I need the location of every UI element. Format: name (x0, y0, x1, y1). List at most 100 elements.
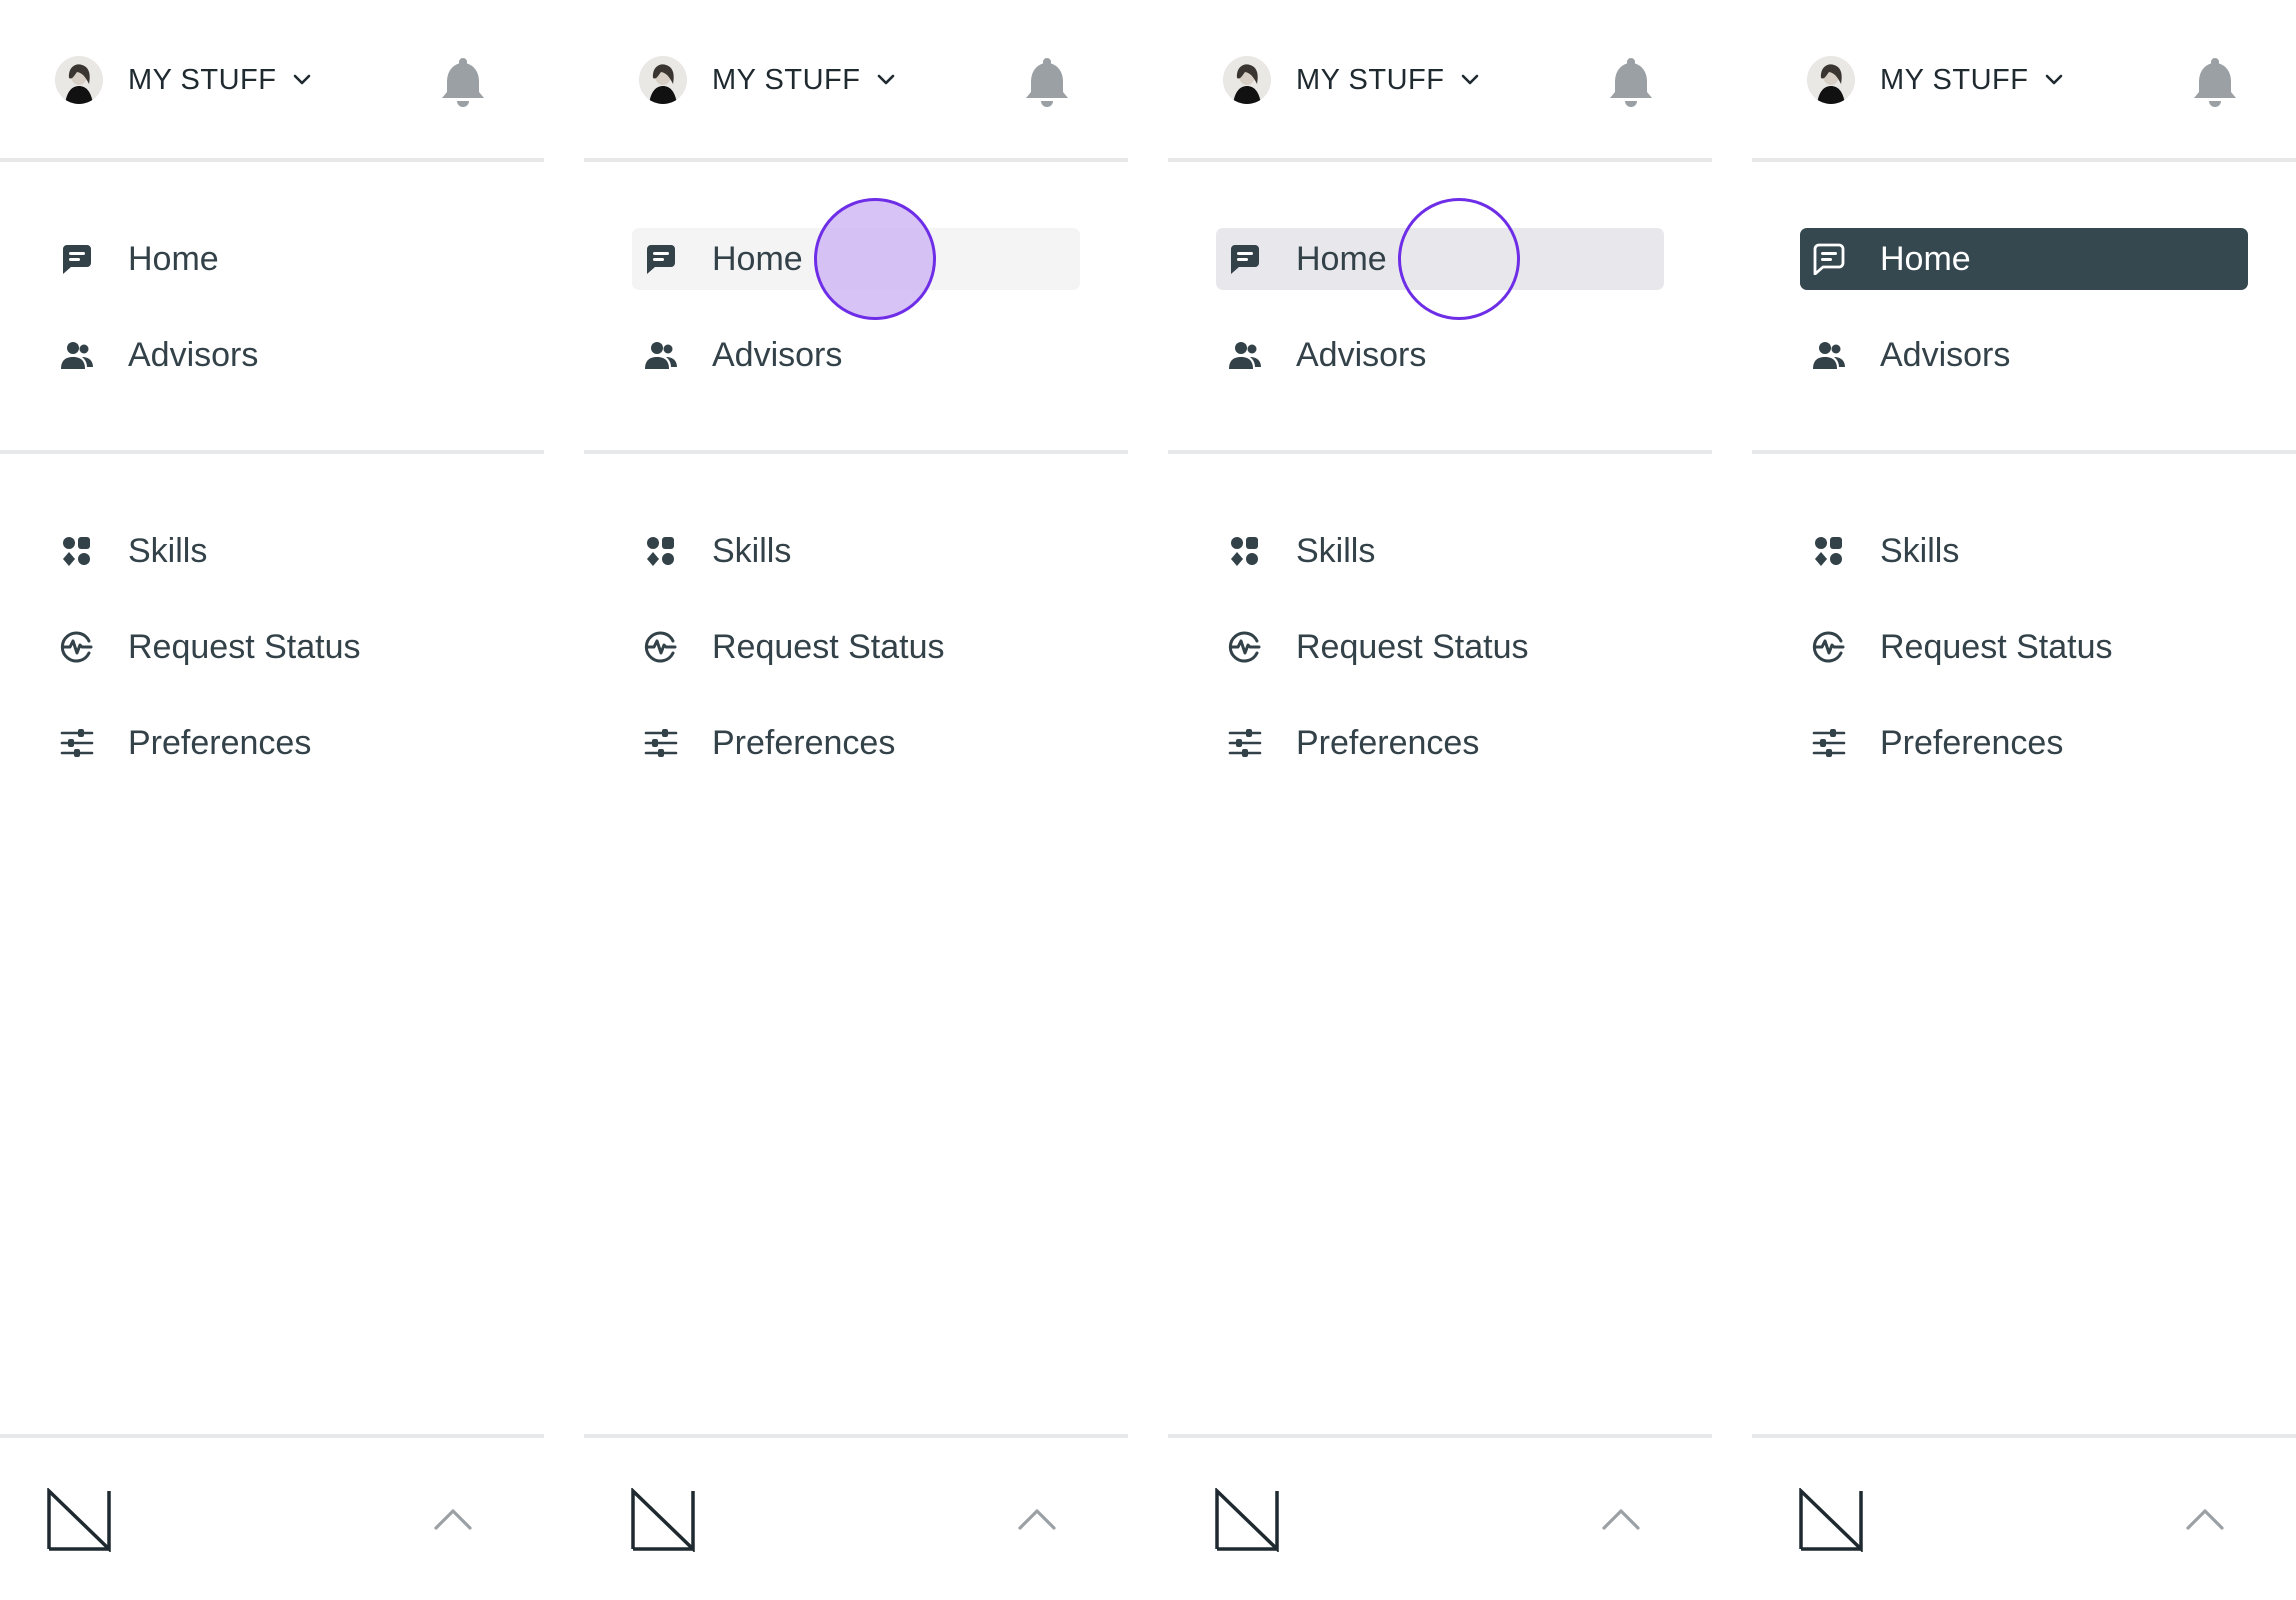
sliders-icon (1228, 729, 1262, 757)
nav-label-preferences: Preferences (1296, 724, 1480, 762)
nav-label-skills: Skills (1296, 532, 1376, 570)
nav-item-preferences[interactable]: Preferences (1216, 712, 1664, 774)
avatar[interactable] (1223, 56, 1271, 104)
nav-label-advisors: Advisors (1880, 336, 2011, 374)
nav-label-preferences: Preferences (1880, 724, 2064, 762)
sidebar-panel-active: MY STUFF Home Advisors Skills Request St… (1752, 0, 2296, 1600)
logo-icon (47, 1488, 111, 1552)
activity-icon (60, 631, 93, 663)
nav-label-advisors: Advisors (712, 336, 843, 374)
divider (584, 1434, 1128, 1438)
nav-item-request-status[interactable]: Request Status (48, 616, 496, 678)
sidebar-panel-pressed: MY STUFF Home Advisors Skills Request St… (1168, 0, 1712, 1600)
chevron-down-icon[interactable] (290, 68, 314, 92)
activity-icon (1228, 631, 1261, 663)
workspace-switcher-label[interactable]: MY STUFF (712, 62, 860, 98)
chat-icon (647, 245, 675, 274)
chevron-up-icon[interactable] (2184, 1506, 2226, 1532)
nav-item-skills[interactable]: Skills (632, 520, 1080, 582)
nav-item-advisors[interactable]: Advisors (48, 324, 496, 386)
touch-indicator (814, 198, 936, 320)
divider (0, 1434, 544, 1438)
nav-item-preferences[interactable]: Preferences (48, 712, 496, 774)
nav-item-request-status[interactable]: Request Status (1800, 616, 2248, 678)
nav-item-request-status[interactable]: Request Status (632, 616, 1080, 678)
divider (1752, 1434, 2296, 1438)
divider (1168, 450, 1712, 454)
bell-icon[interactable] (438, 54, 488, 108)
divider (1168, 1434, 1712, 1438)
sidebar-panel-default: MY STUFF Home Advisors Skills Request St… (0, 0, 544, 1600)
skills-icon (1231, 537, 1258, 566)
chevron-up-icon[interactable] (432, 1506, 474, 1532)
sidebar-header: MY STUFF (1168, 0, 1712, 160)
activity-icon (1812, 631, 1845, 663)
chat-icon (1231, 245, 1259, 274)
sidebar-header: MY STUFF (1752, 0, 2296, 160)
nav-label-preferences: Preferences (712, 724, 896, 762)
divider (1752, 450, 2296, 454)
sidebar-header: MY STUFF (0, 0, 544, 160)
nav-label-advisors: Advisors (128, 336, 259, 374)
nav-item-advisors[interactable]: Advisors (632, 324, 1080, 386)
divider (584, 158, 1128, 162)
bell-icon[interactable] (2190, 54, 2240, 108)
chevron-down-icon[interactable] (874, 68, 898, 92)
nav-label-home: Home (1880, 240, 1971, 278)
nav-label-request-status: Request Status (128, 628, 361, 666)
nav-item-skills[interactable]: Skills (1216, 520, 1664, 582)
divider (584, 450, 1128, 454)
nav-item-preferences[interactable]: Preferences (632, 712, 1080, 774)
avatar[interactable] (55, 56, 103, 104)
chat-icon (1813, 243, 1845, 275)
nav-item-preferences[interactable]: Preferences (1800, 712, 2248, 774)
skills-icon (1815, 537, 1842, 566)
workspace-switcher-label[interactable]: MY STUFF (1296, 62, 1444, 98)
divider (1168, 158, 1712, 162)
logo-icon (1215, 1488, 1279, 1552)
nav-label-request-status: Request Status (1296, 628, 1529, 666)
skills-icon (647, 537, 674, 566)
nav-label-home: Home (128, 240, 219, 278)
sliders-icon (60, 729, 94, 757)
nav-item-advisors[interactable]: Advisors (1800, 324, 2248, 386)
touch-indicator (1398, 198, 1520, 320)
bell-icon[interactable] (1606, 54, 1656, 108)
nav-label-skills: Skills (712, 532, 792, 570)
sidebar-header: MY STUFF (584, 0, 1128, 160)
sidebar-states-board: MY STUFF Home Advisors Skills Request St… (0, 0, 2296, 1600)
people-icon (645, 342, 677, 369)
sidebar-panel-hover: MY STUFF Home Advisors Skills Request St… (584, 0, 1128, 1600)
nav-label-home: Home (1296, 240, 1387, 278)
people-icon (1229, 342, 1261, 369)
nav-label-preferences: Preferences (128, 724, 312, 762)
avatar[interactable] (1807, 56, 1855, 104)
nav-label-skills: Skills (1880, 532, 1960, 570)
chevron-down-icon[interactable] (1458, 68, 1482, 92)
people-icon (1813, 342, 1845, 369)
chevron-up-icon[interactable] (1600, 1506, 1642, 1532)
chevron-up-icon[interactable] (1016, 1506, 1058, 1532)
skills-icon (63, 537, 90, 566)
nav-item-home[interactable]: Home (1800, 228, 2248, 290)
nav-label-skills: Skills (128, 532, 208, 570)
divider (0, 450, 544, 454)
nav-item-home[interactable]: Home (48, 228, 496, 290)
nav-item-skills[interactable]: Skills (1800, 520, 2248, 582)
nav-label-request-status: Request Status (1880, 628, 2113, 666)
logo-icon (631, 1488, 695, 1552)
bell-icon[interactable] (1022, 54, 1072, 108)
nav-item-advisors[interactable]: Advisors (1216, 324, 1664, 386)
nav-item-skills[interactable]: Skills (48, 520, 496, 582)
nav-label-request-status: Request Status (712, 628, 945, 666)
workspace-switcher-label[interactable]: MY STUFF (128, 62, 276, 98)
avatar[interactable] (639, 56, 687, 104)
nav-label-advisors: Advisors (1296, 336, 1427, 374)
chevron-down-icon[interactable] (2042, 68, 2066, 92)
nav-item-request-status[interactable]: Request Status (1216, 616, 1664, 678)
nav-label-home: Home (712, 240, 803, 278)
logo-icon (1799, 1488, 1863, 1552)
divider (0, 158, 544, 162)
workspace-switcher-label[interactable]: MY STUFF (1880, 62, 2028, 98)
people-icon (61, 342, 93, 369)
